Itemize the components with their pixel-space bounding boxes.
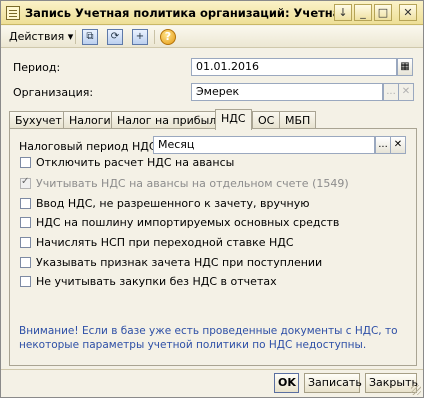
checkbox-label: Указывать признак зачета НДС при поступл… <box>36 256 323 269</box>
checkbox-label: Учитывать НДС на авансы на отдельном сче… <box>36 177 349 190</box>
vat-period-input[interactable]: Месяц <box>153 136 375 154</box>
vat-period-select-button[interactable]: ... <box>375 136 391 154</box>
help-icon[interactable]: ? <box>160 29 176 45</box>
toolbar: Действия ▾ ⧉ ⟳ + ? <box>1 26 423 48</box>
organization-select-button[interactable]: ... <box>383 83 399 101</box>
tab-vat[interactable]: НДС <box>215 109 252 130</box>
footer-divider <box>1 369 423 370</box>
minimize-button[interactable]: _ <box>354 4 372 21</box>
window-menu-button[interactable]: ↓ <box>334 4 352 21</box>
refresh-icon[interactable]: ⟳ <box>107 29 123 45</box>
checkbox-vat-offset-on-receipt[interactable] <box>20 257 31 268</box>
toolbar-divider <box>75 30 76 44</box>
tab-mbp[interactable]: МБП <box>279 111 317 129</box>
close-button[interactable]: Закрыть <box>365 373 418 393</box>
vat-period-label: Налоговый период НДС: <box>19 140 161 153</box>
tab-taxes[interactable]: Налоги <box>63 111 117 129</box>
checkbox-vat-advances-separate-account <box>20 176 31 189</box>
save-button[interactable]: Записать <box>304 373 362 393</box>
organization-clear-button[interactable]: ✕ <box>398 83 414 101</box>
organization-label: Организация: <box>13 86 94 99</box>
close-window-button[interactable]: ✕ <box>399 4 417 21</box>
checkbox-label: Ввод НДС, не разрешенного к зачету, вруч… <box>36 197 310 210</box>
checkbox-vat-import-duty[interactable] <box>20 217 31 228</box>
checkbox-exclude-non-vat-purchases[interactable] <box>20 276 31 287</box>
window: Запись Учетная политика организаций: Уче… <box>0 0 424 398</box>
chevron-down-icon: ▾ <box>67 30 74 43</box>
ok-button[interactable]: OK <box>274 373 299 393</box>
checkbox-label: Не учитывать закупки без НДС в отчетах <box>36 275 277 288</box>
checkbox-label: Отключить расчет НДС на авансы <box>36 156 235 169</box>
document-icon <box>6 6 20 20</box>
checkbox-disable-vat-advances[interactable] <box>20 157 31 168</box>
copy-icon[interactable]: ⧉ <box>82 29 98 45</box>
actions-label: Действия <box>9 30 65 43</box>
vat-warning-note: Внимание! Если в базе уже есть проведенн… <box>19 325 398 351</box>
resize-grip[interactable] <box>411 385 421 395</box>
tab-fixed-assets[interactable]: ОС <box>252 111 281 129</box>
toolbar-divider <box>154 30 155 44</box>
tab-accounting[interactable]: Бухучет <box>9 111 68 129</box>
checkbox-manual-non-deductible-vat[interactable] <box>20 198 31 209</box>
window-title: Запись Учетная политика организаций: Уче… <box>25 6 345 20</box>
vat-period-clear-button[interactable]: ✕ <box>390 136 406 154</box>
organization-input[interactable]: Эмерек <box>191 83 383 101</box>
calendar-icon[interactable]: ▦ <box>397 58 413 76</box>
checkbox-label: НДС на пошлину импортируемых основных ср… <box>36 216 340 229</box>
period-input[interactable]: 01.01.2016 <box>191 58 397 76</box>
actions-menu-button[interactable]: Действия ▾ <box>5 28 77 46</box>
maximize-button[interactable]: □ <box>374 4 392 21</box>
title-bar[interactable]: Запись Учетная политика организаций: Уче… <box>1 1 423 25</box>
new-icon[interactable]: + <box>132 29 148 45</box>
period-label: Период: <box>13 61 61 74</box>
tab-profit-tax[interactable]: Налог на прибыль <box>111 111 229 129</box>
checkbox-nsp-transitional-rate[interactable] <box>20 237 31 248</box>
checkbox-label: Начислять НСП при переходной ставке НДС <box>36 236 294 249</box>
